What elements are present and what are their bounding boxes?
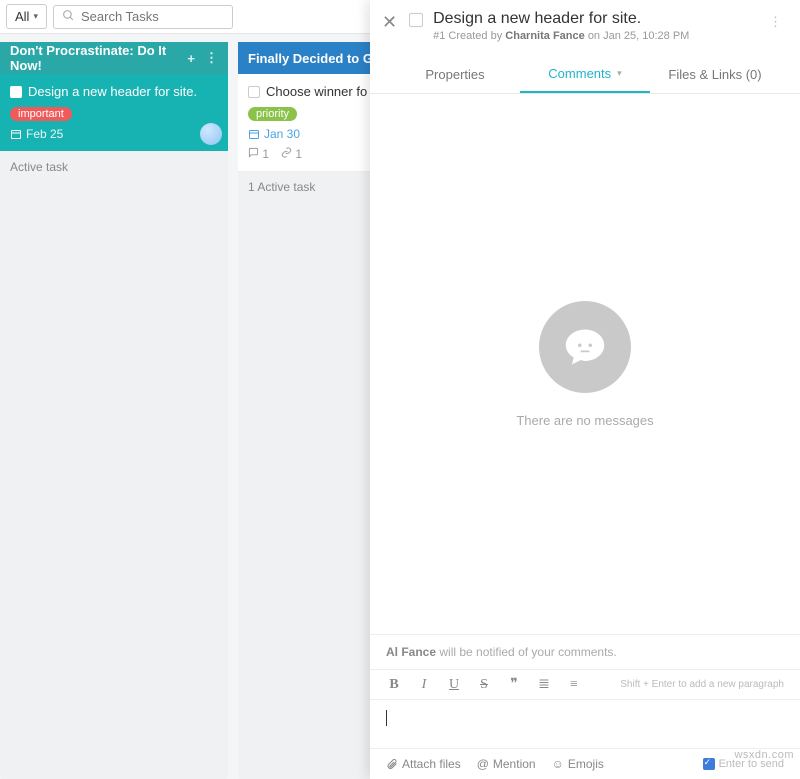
search-input[interactable] — [81, 9, 224, 24]
task-tag: important — [10, 107, 72, 121]
editor-hint: Shift + Enter to add a new paragraph — [620, 679, 784, 690]
checkbox-checked-icon — [703, 758, 715, 770]
calendar-icon — [10, 128, 22, 140]
paperclip-icon — [386, 758, 398, 770]
task-title: Design a new header for site. — [28, 84, 197, 99]
emoji-icon: ☺ — [552, 757, 564, 771]
close-icon[interactable]: ✕ — [380, 10, 399, 35]
column-header: Don't Procrastinate: Do It Now! + ⋮ — [0, 42, 228, 74]
notify-bar: Al Fance will be notified of your commen… — [370, 634, 800, 669]
panel-subtitle: #1 Created by Charnita Fance on Jan 25, … — [433, 30, 755, 42]
filter-dropdown[interactable]: All ▾ — [6, 4, 47, 29]
task-card[interactable]: Design a new header for site. important … — [0, 74, 228, 152]
column-title: Finally Decided to G — [248, 51, 373, 66]
comment-editor[interactable] — [370, 700, 800, 748]
tab-properties[interactable]: Properties — [390, 56, 520, 93]
assignee-avatar[interactable] — [200, 123, 222, 145]
panel-title: Design a new header for site. — [433, 10, 755, 28]
column-menu-icon[interactable]: ⋮ — [205, 50, 218, 66]
comment-count: 1 — [248, 147, 269, 161]
chevron-down-icon: ▾ — [33, 11, 38, 22]
quote-button[interactable]: ❞ — [506, 676, 522, 693]
search-field[interactable] — [53, 5, 233, 29]
column-title: Don't Procrastinate: Do It Now! — [10, 43, 187, 73]
add-task-icon[interactable]: + — [187, 51, 195, 66]
task-checkbox[interactable] — [248, 86, 260, 98]
tab-files[interactable]: Files & Links (0) — [650, 56, 780, 93]
bold-button[interactable]: B — [386, 677, 402, 693]
column-footer: Active task — [0, 152, 228, 182]
calendar-icon — [248, 128, 260, 140]
watermark: wsxdn.com — [734, 749, 794, 761]
strike-button[interactable]: S — [476, 677, 492, 693]
emoji-button[interactable]: ☺ Emojis — [552, 757, 604, 771]
italic-button[interactable]: I — [416, 677, 432, 693]
panel-menu-icon[interactable]: ⋮ — [765, 10, 786, 34]
task-complete-checkbox[interactable] — [409, 13, 423, 27]
task-tag: priority — [248, 107, 297, 121]
link-count: 1 — [281, 147, 302, 161]
attach-files-button[interactable]: Attach files — [386, 757, 461, 771]
task-date: Jan 30 — [264, 127, 300, 141]
filter-label: All — [15, 9, 29, 24]
mention-button[interactable]: @ Mention — [477, 757, 536, 771]
bullet-list-button[interactable]: ≣ — [536, 676, 552, 693]
at-icon: @ — [477, 757, 489, 771]
link-icon — [281, 147, 292, 158]
empty-state-icon — [539, 301, 631, 393]
editor-toolbar: B I U S ❞ ≣ ≡ Shift + Enter to add a new… — [370, 669, 800, 700]
task-checkbox[interactable] — [10, 86, 22, 98]
chevron-down-icon: ▾ — [617, 68, 622, 79]
tab-comments[interactable]: Comments ▾ — [520, 56, 650, 93]
comment-icon — [248, 147, 259, 158]
task-date: Feb 25 — [26, 127, 63, 141]
task-detail-panel: ✕ Design a new header for site. #1 Creat… — [370, 0, 800, 779]
task-title: Choose winner fo — [266, 84, 367, 99]
number-list-button[interactable]: ≡ — [566, 677, 582, 693]
search-icon — [62, 9, 75, 25]
underline-button[interactable]: U — [446, 677, 462, 693]
empty-state-text: There are no messages — [516, 413, 653, 428]
